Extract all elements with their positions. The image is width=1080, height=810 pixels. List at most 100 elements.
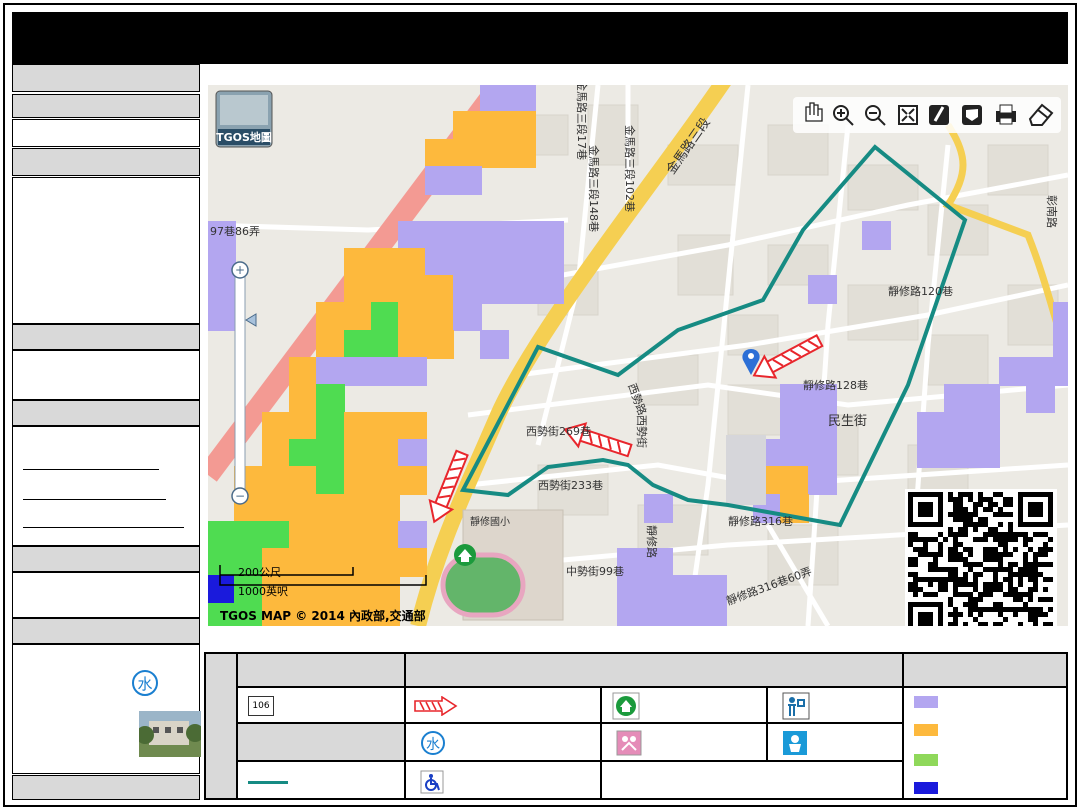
legend-header-4: [237, 723, 405, 761]
qr-module: [988, 587, 993, 592]
draw-polygon-icon[interactable]: [962, 105, 982, 125]
qr-module: [993, 557, 998, 562]
shelter-icon[interactable]: [454, 544, 476, 566]
flood-swatch-4: [914, 782, 938, 794]
flood-cell: [644, 494, 673, 523]
qr-module: [1008, 562, 1013, 567]
svg-text:−: −: [235, 489, 245, 503]
legend-panel: 106 水: [204, 652, 1068, 800]
left-header-5: [12, 400, 200, 426]
qr-module: [1043, 622, 1048, 626]
qr-module: [988, 567, 993, 572]
qr-module: [963, 602, 968, 607]
qr-module: [968, 612, 973, 617]
qr-module: [1038, 547, 1043, 552]
qr-module: [1033, 582, 1038, 587]
flood-cell: [262, 466, 291, 495]
qr-module: [963, 532, 968, 537]
flood-cell: [344, 439, 373, 468]
qr-module: [1043, 552, 1048, 557]
qr-module: [1038, 532, 1043, 537]
qr-module: [1028, 572, 1033, 577]
qr-module: [1008, 567, 1013, 572]
road-label: 金馬路三段102巷: [623, 125, 637, 212]
nursery-icon: [616, 730, 642, 756]
flood-cell: [262, 439, 291, 468]
qr-module: [913, 577, 918, 582]
flood-cell: [262, 494, 291, 523]
draw-line-icon[interactable]: [929, 105, 949, 125]
qr-module: [978, 522, 983, 527]
legend-header-3: [903, 653, 1067, 687]
qr-module: [1043, 577, 1048, 582]
qr-module: [973, 507, 978, 512]
flood-cell: [316, 302, 345, 331]
map-canvas[interactable]: 金馬路三段 金馬路三段102巷 金馬路三段148巷 金馬路三段17巷 97巷86…: [208, 85, 1068, 626]
flood-cell: [398, 357, 427, 386]
flood-cell: [1053, 357, 1068, 386]
flood-cell: [535, 275, 564, 304]
qr-module: [1043, 597, 1048, 602]
flood-cell: [617, 603, 646, 626]
flood-cell: [316, 412, 345, 441]
qr-module: [1018, 592, 1023, 597]
underline-1: [23, 469, 159, 470]
qr-module: [958, 502, 963, 507]
flood-cell: [371, 494, 400, 523]
qr-module: [1003, 607, 1008, 612]
qr-module: [1008, 532, 1013, 537]
qr-module: [1013, 587, 1018, 592]
qr-module: [993, 492, 998, 497]
qr-module: [958, 507, 963, 512]
flood-cell: [344, 521, 373, 550]
qr-module: [988, 582, 993, 587]
qr-module: [963, 582, 968, 587]
qr-module: [968, 562, 973, 567]
qr-module: [993, 532, 998, 537]
flood-cell: [808, 466, 837, 495]
qr-module: [948, 557, 953, 562]
flood-cell: [398, 521, 427, 550]
qr-module: [953, 512, 958, 517]
full-extent-icon[interactable]: [898, 105, 918, 125]
flood-swatch-3: [914, 754, 938, 766]
qr-module: [1008, 582, 1013, 587]
qr-module: [978, 612, 983, 617]
flood-cell: [644, 603, 673, 626]
qr-module: [968, 582, 973, 587]
qr-module: [993, 622, 998, 626]
qr-module: [938, 532, 943, 537]
qr-module: [958, 512, 963, 517]
road-label: 靜修路: [645, 525, 659, 558]
flood-cell: [398, 330, 427, 359]
qr-module: [1013, 547, 1018, 552]
qr-module: [968, 592, 973, 597]
legend-header-1: [237, 653, 405, 687]
qr-module: [963, 622, 968, 626]
left-header-6: [12, 546, 200, 572]
qr-module: [998, 612, 1003, 617]
scale-metric: 200公尺: [238, 566, 281, 579]
qr-module: [983, 582, 988, 587]
map-viewport[interactable]: 金馬路三段 金馬路三段102巷 金馬路三段148巷 金馬路三段17巷 97巷86…: [208, 85, 1068, 626]
flood-cell: [917, 412, 946, 441]
qr-module: [983, 557, 988, 562]
qr-module: [1018, 532, 1023, 537]
qr-module: [963, 547, 968, 552]
flood-cell: [289, 439, 318, 468]
flood-cell: [1053, 302, 1068, 331]
qr-module: [1048, 547, 1053, 552]
qr-module: [993, 602, 998, 607]
legend-cell-water: 水: [405, 723, 601, 761]
qr-module: [953, 617, 958, 622]
underline-2: [23, 499, 166, 500]
qr-module: [973, 502, 978, 507]
tgos-logo[interactable]: TGOS地圖: [215, 90, 273, 148]
qr-module: [998, 542, 1003, 547]
flood-cell: [316, 466, 345, 495]
flood-cell: [208, 548, 236, 577]
flood-cell: [316, 548, 345, 577]
flood-cell: [808, 439, 837, 468]
flood-cell: [862, 221, 891, 250]
qr-module: [933, 552, 938, 557]
